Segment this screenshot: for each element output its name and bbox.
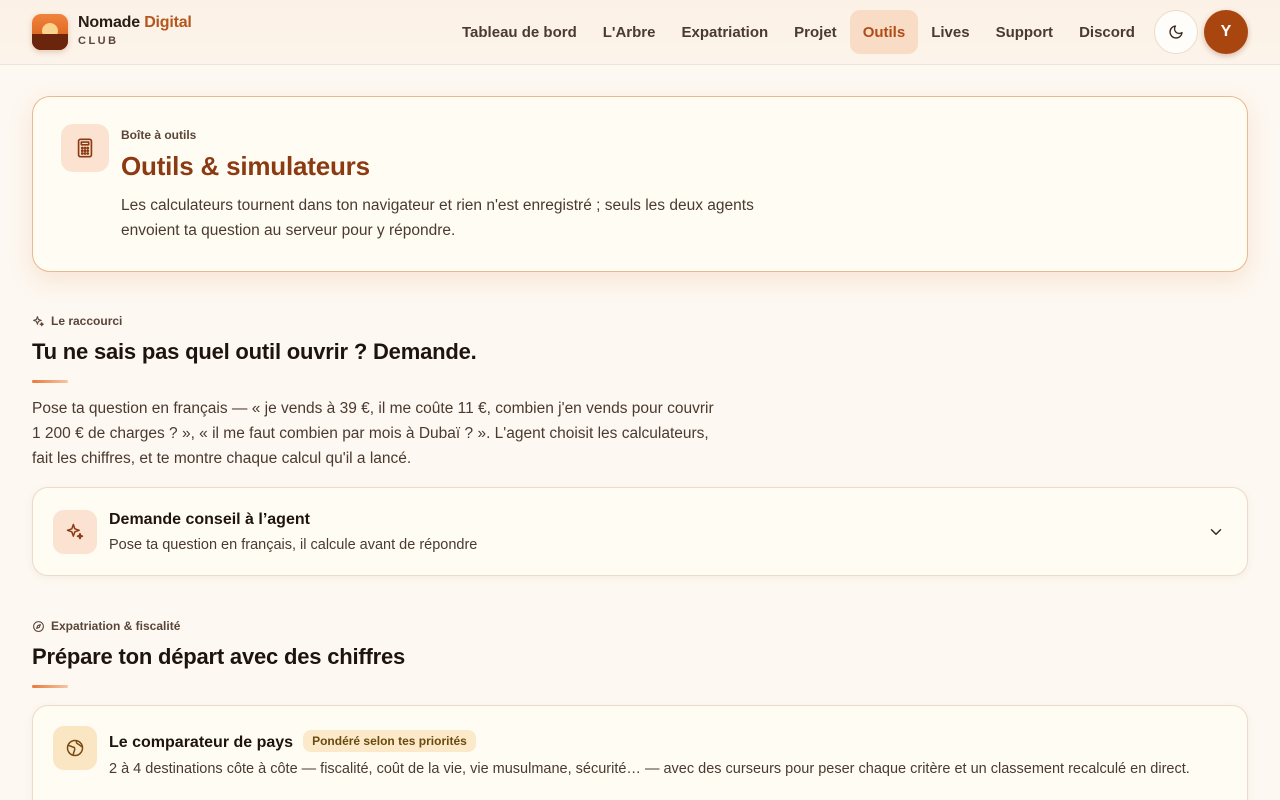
shortcut-description: Pose ta question en français — « je vend… xyxy=(32,400,714,467)
shortcut-title-underline xyxy=(32,380,68,383)
agent-card-title: Demande conseil à l’agent xyxy=(109,511,310,528)
nav-item-expatriation[interactable]: Expatriation xyxy=(668,10,781,54)
nav-item-support[interactable]: Support xyxy=(983,10,1067,54)
expat-eyebrow-label: Expatriation & fiscalité xyxy=(51,619,181,633)
agent-card-subtitle: Pose ta question en français, il calcule… xyxy=(109,537,478,553)
nav-item-lives[interactable]: Lives xyxy=(918,10,982,54)
compass-icon xyxy=(33,620,44,632)
sparkles-icon xyxy=(66,523,84,540)
expat-title: Prépare ton départ avec des chiffres xyxy=(32,644,406,669)
comparator-description: 2 à 4 destinations côte à côte — fiscali… xyxy=(109,761,1190,777)
nav-item-discord[interactable]: Discord xyxy=(1066,10,1148,54)
hero-eyebrow: Boîte à outils xyxy=(121,128,197,142)
globe-icon xyxy=(66,739,84,757)
hero-icon-container xyxy=(61,124,109,172)
nav-item-projet[interactable]: Projet xyxy=(781,10,850,54)
brand-name[interactable]: Nomade Digital xyxy=(78,14,192,32)
user-avatar[interactable]: Y xyxy=(1204,10,1248,54)
comparator-badge: Pondéré selon tes priorités xyxy=(303,730,476,752)
shortcut-eyebrow: Le raccourci xyxy=(32,314,122,328)
page-title: Outils & simulateurs xyxy=(121,151,370,181)
expat-title-underline xyxy=(32,685,68,688)
expat-eyebrow: Expatriation & fiscalité xyxy=(32,619,180,633)
comparator-title: Le comparateur de pays xyxy=(109,734,294,751)
hero-description: Les calculateurs tournent dans ton navig… xyxy=(121,197,754,239)
tools-hero-card: Boîte à outils Outils & simulateurs Les … xyxy=(32,96,1248,272)
sparkles-icon xyxy=(33,315,44,326)
chevron-down-icon[interactable] xyxy=(1207,523,1225,541)
brand-subtitle: CLUB xyxy=(78,35,119,47)
main-nav: Tableau de bord L'Arbre Expatriation Pro… xyxy=(449,10,1148,54)
brand-name-part1: Nomade xyxy=(78,14,140,31)
comparator-title-row: Le comparateur de pays Pondéré selon tes … xyxy=(109,730,476,752)
agent-card-icon-container xyxy=(53,510,97,554)
shortcut-eyebrow-label: Le raccourci xyxy=(51,314,123,328)
theme-toggle-button[interactable] xyxy=(1154,10,1198,54)
nav-item-tableau-de-bord[interactable]: Tableau de bord xyxy=(449,10,590,54)
comparator-icon-container xyxy=(53,726,97,770)
country-comparator-card[interactable]: Le comparateur de pays Pondéré selon tes … xyxy=(32,705,1248,800)
brand-name-part2: Digital xyxy=(144,14,192,31)
nav-item-arbre[interactable]: L'Arbre xyxy=(590,10,669,54)
moon-icon xyxy=(1169,25,1183,39)
agent-advice-card[interactable]: Demande conseil à l’agent Pose ta questi… xyxy=(32,487,1248,576)
brand-logo-icon[interactable] xyxy=(32,14,68,50)
shortcut-title: Tu ne sais pas quel outil ouvrir ? Deman… xyxy=(32,339,477,364)
top-navigation-bar: Nomade Digital CLUB Tableau de bord L'Ar… xyxy=(0,0,1280,65)
calculator-icon xyxy=(77,138,93,158)
nav-item-outils[interactable]: Outils xyxy=(849,10,919,54)
